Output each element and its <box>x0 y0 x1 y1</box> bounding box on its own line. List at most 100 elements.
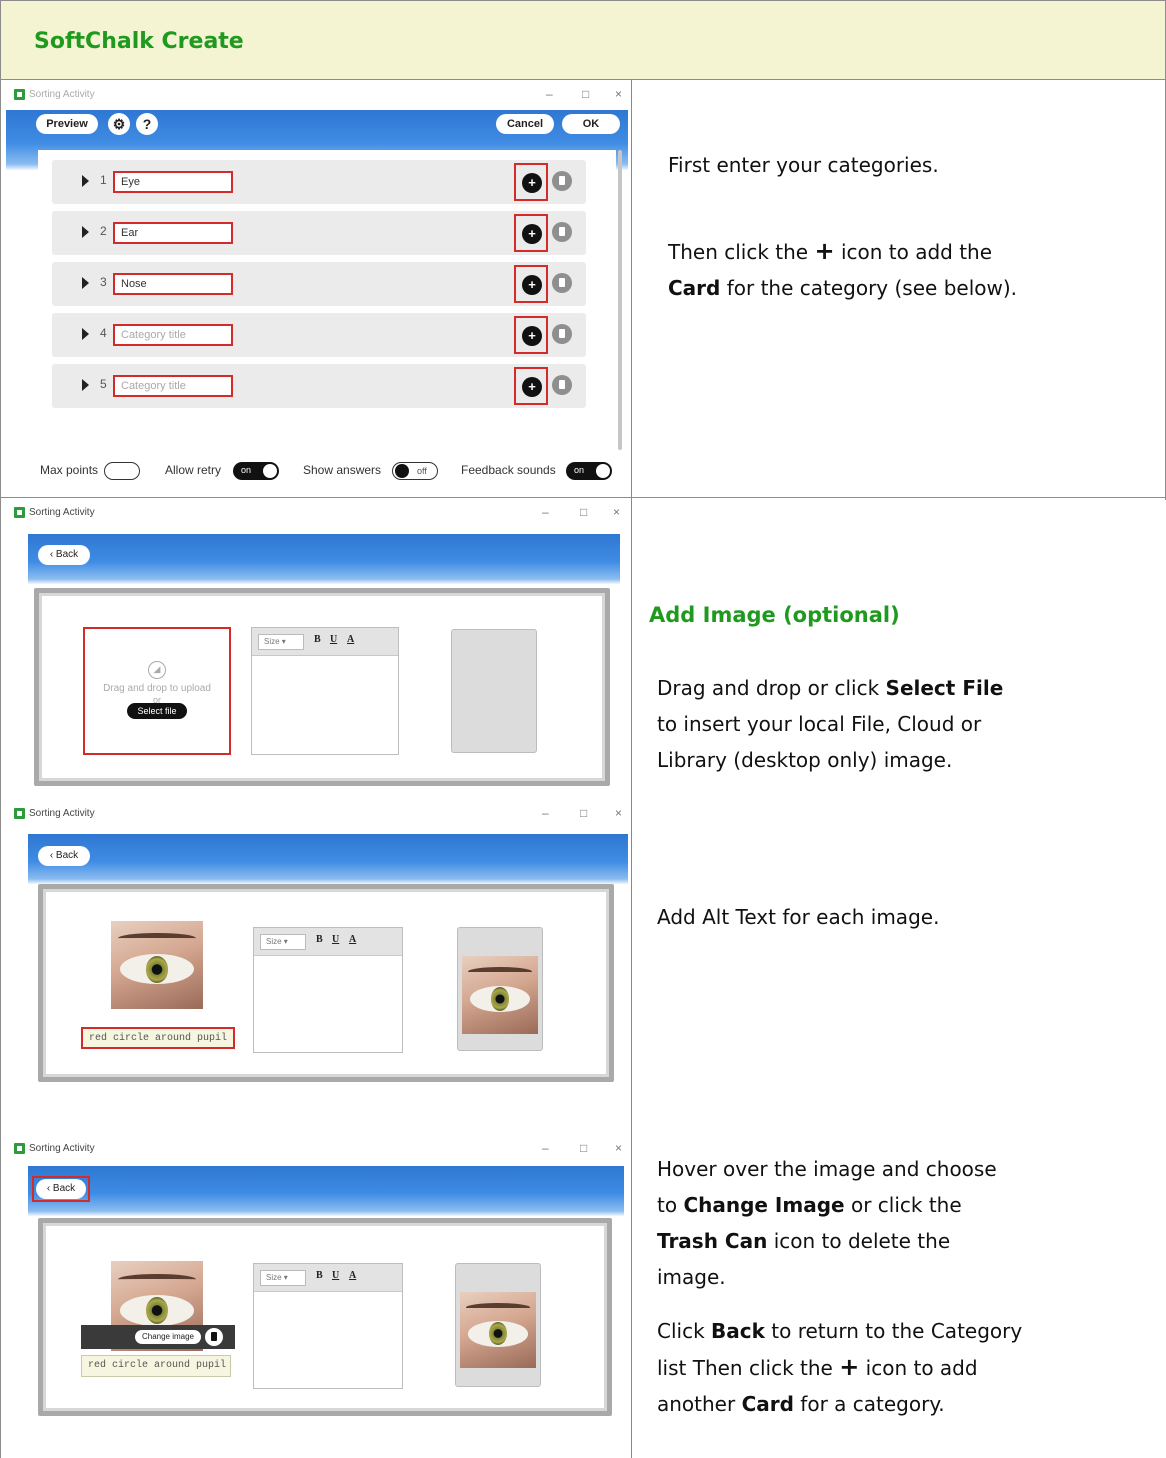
text-color-button[interactable]: A <box>349 1270 356 1281</box>
category-title-input[interactable]: Eye <box>113 171 233 193</box>
add-card-highlight: + <box>514 163 548 201</box>
plus-icon[interactable]: + <box>522 173 542 193</box>
gear-icon[interactable]: ⚙ <box>108 113 130 135</box>
category-title-input[interactable]: Nose <box>113 273 233 295</box>
show-answers-toggle[interactable]: off <box>392 462 438 480</box>
back-button[interactable]: ‹ Back <box>36 1179 86 1199</box>
select-file-button[interactable]: Select file <box>127 703 187 719</box>
text-color-button[interactable]: A <box>349 934 356 945</box>
instruction-step-1b: Then click the + icon to add the Card fo… <box>668 233 1017 306</box>
category-row: 1 Eye + <box>52 160 586 204</box>
minimize-icon[interactable]: – <box>542 1141 549 1155</box>
back-button[interactable]: ‹ Back <box>38 545 90 565</box>
trash-icon[interactable] <box>552 375 572 395</box>
underline-button[interactable]: U <box>332 1270 339 1281</box>
minimize-icon[interactable]: – <box>546 87 553 101</box>
expand-caret-icon[interactable] <box>82 226 89 238</box>
text-color-button[interactable]: A <box>347 634 354 645</box>
minimize-icon[interactable]: – <box>542 505 549 519</box>
alt-text-input[interactable]: red circle around pupil <box>81 1355 231 1377</box>
category-row: 3 Nose + <box>52 262 586 306</box>
card-toolbar: ‹ Back <box>28 534 620 584</box>
ok-button[interactable]: OK <box>562 114 620 134</box>
window-title: Sorting Activity <box>29 507 95 518</box>
eye-image-preview <box>462 956 538 1034</box>
underline-button[interactable]: U <box>330 634 337 645</box>
expand-caret-icon[interactable] <box>82 175 89 187</box>
feedback-sounds-label: Feedback sounds <box>461 463 556 477</box>
instruction-text: Then click the + icon to add the <box>668 237 993 265</box>
feedback-sounds-toggle[interactable]: on <box>566 462 612 480</box>
category-list: 1 Eye + 2 Ear + 3 Nose + 4 Category titl… <box>38 150 616 450</box>
window-titlebar: Sorting Activity – □ × <box>6 84 628 106</box>
image-hover-bar: Change image <box>81 1325 235 1349</box>
plus-icon[interactable]: + <box>522 377 542 397</box>
window-title: Sorting Activity <box>29 808 95 819</box>
preview-button[interactable]: Preview <box>36 114 98 134</box>
instruction-text: First enter your categories. <box>668 153 939 177</box>
allow-retry-label: Allow retry <box>165 463 222 477</box>
category-number: 1 <box>100 173 107 187</box>
category-number: 3 <box>100 275 107 289</box>
card-text-editor[interactable]: Size ▾ B U A <box>253 1263 403 1389</box>
allow-retry-toggle[interactable]: on <box>233 462 279 480</box>
max-points-input[interactable] <box>104 462 140 480</box>
category-title-input[interactable]: Category title <box>113 375 233 397</box>
card-editor-frame: Change image red circle around pupil Siz… <box>38 1218 612 1416</box>
card-text-editor[interactable]: Size ▾ B U A <box>253 927 403 1053</box>
document-page: SoftChalk Create Sorting Activity – □ × … <box>0 0 1166 1458</box>
underline-button[interactable]: U <box>332 934 339 945</box>
card-editor-frame: red circle around pupil Size ▾ B U A <box>38 884 614 1082</box>
close-icon[interactable]: × <box>615 87 622 101</box>
expand-caret-icon[interactable] <box>82 379 89 391</box>
window-title: Sorting Activity <box>29 89 95 100</box>
font-size-dropdown[interactable]: Size ▾ <box>260 934 306 950</box>
font-size-dropdown[interactable]: Size ▾ <box>258 634 304 650</box>
font-size-dropdown[interactable]: Size ▾ <box>260 1270 306 1286</box>
instruction-step-1: First enter your categories. <box>668 147 939 183</box>
eye-image[interactable] <box>111 921 203 1009</box>
cancel-button[interactable]: Cancel <box>496 114 554 134</box>
trash-icon[interactable] <box>205 1328 223 1346</box>
bold-button[interactable]: B <box>316 1270 323 1281</box>
card-editor-frame: ◢ Drag and drop to upload or Select file… <box>34 588 610 786</box>
minimize-icon[interactable]: – <box>542 806 549 820</box>
instruction-text: Hover over the image and choose <box>657 1157 997 1181</box>
trash-icon[interactable] <box>552 324 572 344</box>
expand-caret-icon[interactable] <box>82 277 89 289</box>
back-button[interactable]: ‹ Back <box>38 846 90 866</box>
maximize-icon[interactable]: □ <box>580 505 587 519</box>
category-title-input[interactable]: Ear <box>113 222 233 244</box>
window-title: Sorting Activity <box>29 1143 95 1154</box>
category-title-input[interactable]: Category title <box>113 324 233 346</box>
help-icon[interactable]: ? <box>136 113 158 135</box>
alt-text-input[interactable]: red circle around pupil <box>81 1027 235 1049</box>
scrollbar[interactable] <box>618 150 622 450</box>
maximize-icon[interactable]: □ <box>580 1141 587 1155</box>
card-text-editor[interactable]: Size ▾ B U A <box>251 627 399 755</box>
close-icon[interactable]: × <box>613 505 620 519</box>
image-upload-icon: ◢ <box>148 661 166 679</box>
category-number: 2 <box>100 224 107 238</box>
close-icon[interactable]: × <box>615 1141 622 1155</box>
trash-icon[interactable] <box>552 222 572 242</box>
instruction-text: Trash Can icon to delete the <box>657 1229 951 1253</box>
plus-icon[interactable]: + <box>522 326 542 346</box>
bold-button[interactable]: B <box>314 634 321 645</box>
change-image-button[interactable]: Change image <box>135 1330 201 1344</box>
softchalk-logo-icon <box>14 89 25 100</box>
image-upload-area[interactable]: ◢ Drag and drop to upload or Select file <box>83 627 231 755</box>
plus-icon[interactable]: + <box>522 224 542 244</box>
trash-icon[interactable] <box>552 273 572 293</box>
trash-icon[interactable] <box>552 171 572 191</box>
close-icon[interactable]: × <box>615 806 622 820</box>
expand-caret-icon[interactable] <box>82 328 89 340</box>
maximize-icon[interactable]: □ <box>582 87 589 101</box>
maximize-icon[interactable]: □ <box>580 806 587 820</box>
category-number: 4 <box>100 326 107 340</box>
plus-icon[interactable]: + <box>522 275 542 295</box>
card-toolbar: ‹ Back <box>28 1166 624 1216</box>
bold-button[interactable]: B <box>316 934 323 945</box>
plus-icon: + <box>814 237 835 265</box>
add-card-highlight: + <box>514 367 548 405</box>
